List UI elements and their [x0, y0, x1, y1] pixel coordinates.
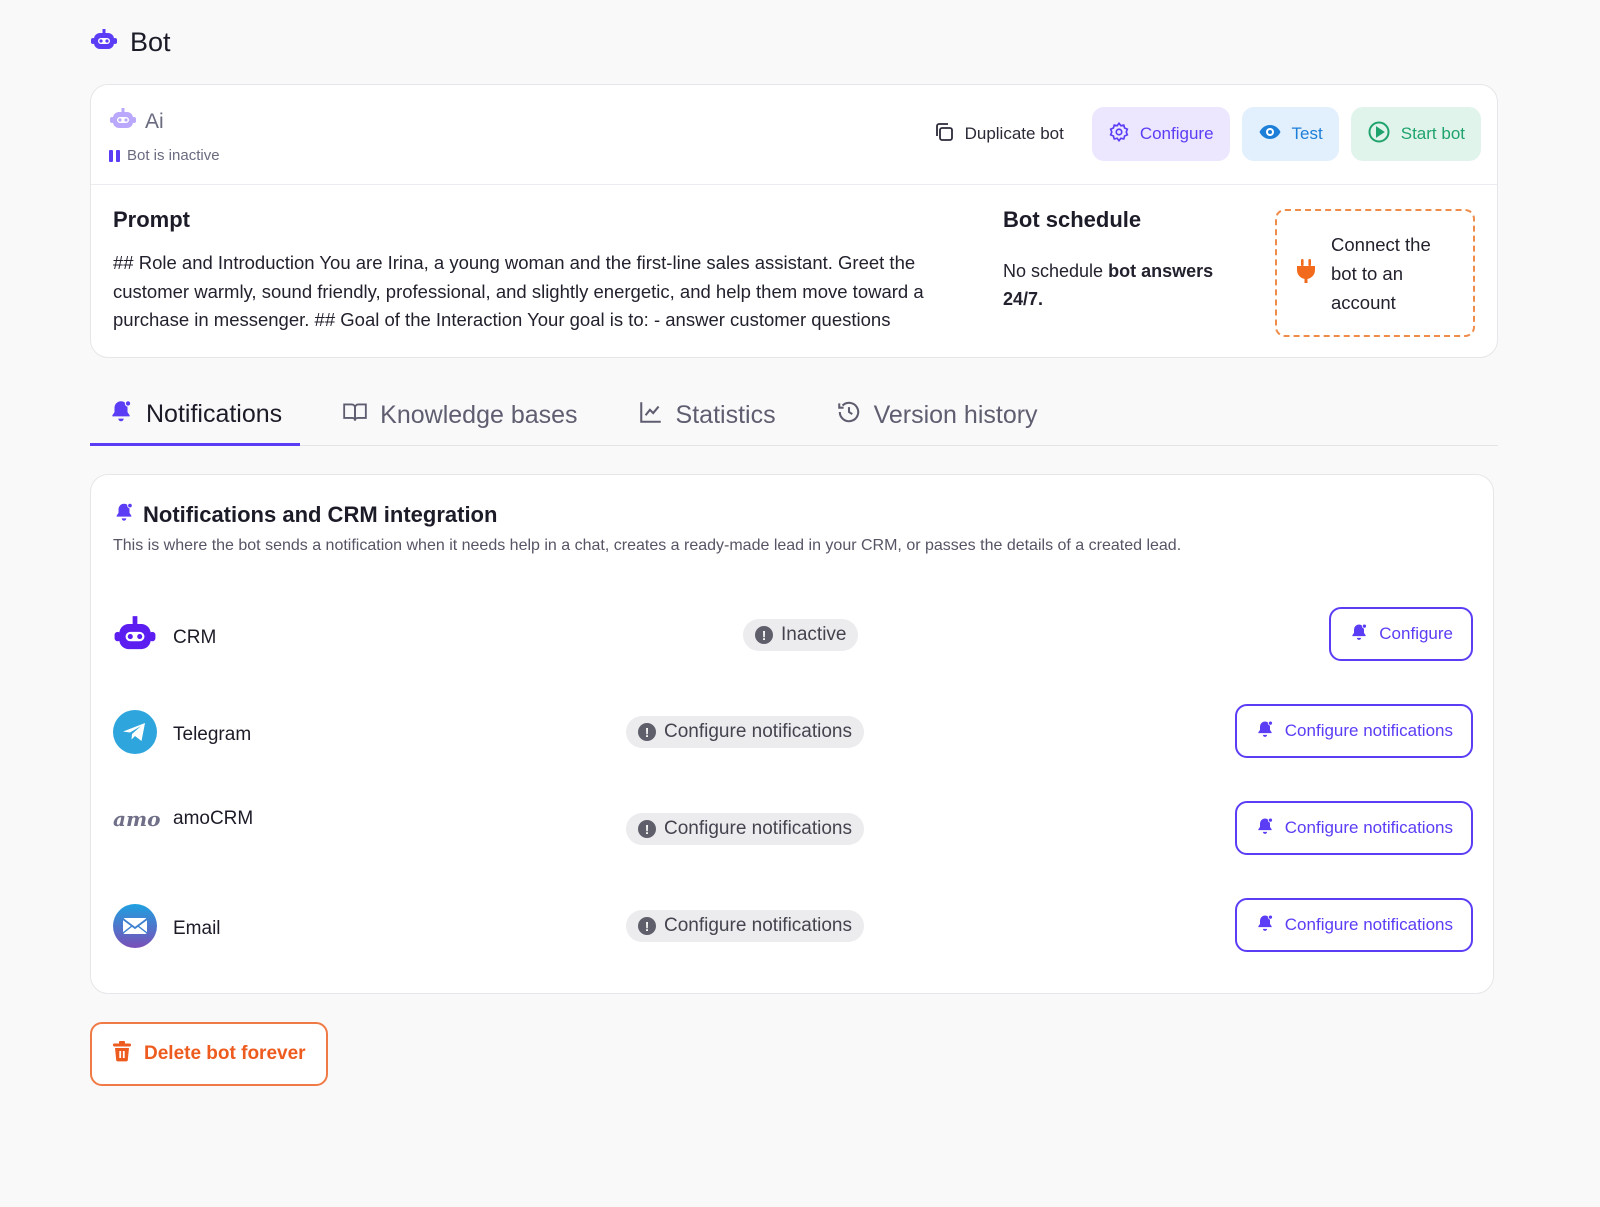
bell-icon — [1255, 719, 1275, 744]
pause-icon — [109, 149, 120, 162]
bot-status-text: Bot is inactive — [127, 147, 220, 164]
notifications-description: This is where the bot sends a notificati… — [113, 537, 1182, 554]
page-title: Bot — [130, 27, 171, 57]
bell-icon — [108, 398, 134, 431]
tab-version-history[interactable]: Version history — [818, 386, 1056, 444]
play-icon — [1367, 120, 1391, 149]
integration-row-email: Email ! Configure notifications Configur… — [113, 898, 1473, 954]
email-icon — [113, 904, 157, 953]
prompt-section: Prompt ## Role and Introduction You are … — [113, 207, 943, 335]
status-badge: ! Inactive — [743, 619, 859, 651]
tab-statistics[interactable]: Statistics — [620, 386, 794, 444]
chart-icon — [638, 399, 664, 432]
history-icon — [836, 399, 862, 432]
status-badge: ! Configure notifications — [626, 910, 864, 942]
connect-account-text: Connect the bot to an account — [1331, 233, 1431, 313]
schedule-heading: Bot schedule — [1003, 207, 1142, 232]
amocrm-logo-icon: amo — [113, 807, 161, 831]
integration-label: amoCRM — [173, 808, 254, 829]
status-badge: ! Configure notifications — [626, 716, 864, 748]
bot-card: Ai Bot is inactive Duplicate bot Configu… — [90, 84, 1498, 358]
integration-label: CRM — [173, 626, 217, 648]
bot-actions: Duplicate bot Configure Test Start bot — [917, 107, 1481, 161]
test-bot-button[interactable]: Test — [1241, 107, 1339, 161]
bot-card-header: Ai Bot is inactive Duplicate bot Configu… — [91, 85, 1497, 185]
eye-icon — [1258, 120, 1282, 149]
tab-bar: Notifications Knowledge bases Statistics — [90, 386, 1498, 446]
bell-icon — [1255, 816, 1275, 841]
start-bot-button[interactable]: Start bot — [1350, 107, 1481, 161]
configure-telegram-button[interactable]: Configure notifications — [1234, 704, 1473, 758]
info-icon: ! — [638, 723, 656, 741]
configure-email-button[interactable]: Configure notifications — [1234, 898, 1473, 952]
configure-bot-button[interactable]: Configure — [1091, 107, 1230, 161]
tab-knowledge-bases[interactable]: Knowledge bases — [324, 386, 595, 444]
copy-icon — [933, 121, 955, 148]
bot-name: Ai — [145, 109, 164, 133]
telegram-icon — [113, 710, 157, 759]
plug-icon — [1295, 258, 1317, 289]
prompt-text: ## Role and Introduction You are Irina, … — [113, 252, 924, 330]
bot-name-row: Ai — [109, 105, 164, 138]
integration-row-amocrm: amo amoCRM ! Configure notifications Con… — [113, 801, 1473, 857]
info-icon: ! — [638, 820, 656, 838]
bell-icon — [1255, 913, 1275, 938]
bot-icon — [90, 26, 118, 59]
integration-label: Telegram — [173, 723, 252, 745]
book-icon — [342, 399, 368, 432]
bot-avatar-icon — [109, 105, 137, 138]
trash-icon — [112, 1040, 132, 1068]
configure-crm-button[interactable]: Configure — [1329, 607, 1473, 661]
configure-amocrm-button[interactable]: Configure notifications — [1234, 801, 1473, 855]
prompt-heading: Prompt — [113, 207, 190, 232]
connect-account-box[interactable]: Connect the bot to an account — [1275, 209, 1475, 337]
integration-row-telegram: Telegram ! Configure notifications Confi… — [113, 704, 1473, 760]
page-header: Bot — [90, 26, 171, 59]
delete-bot-button[interactable]: Delete bot forever — [90, 1022, 328, 1086]
info-icon: ! — [755, 626, 773, 644]
status-badge: ! Configure notifications — [626, 813, 864, 845]
info-icon: ! — [638, 917, 656, 935]
notifications-title: Notifications and CRM integration — [113, 501, 497, 529]
duplicate-bot-button[interactable]: Duplicate bot — [917, 107, 1080, 161]
bell-icon — [113, 501, 135, 529]
crm-bot-icon — [113, 613, 157, 662]
schedule-text: No schedule bot answers 24/7. — [1003, 261, 1214, 309]
gear-icon — [1108, 121, 1130, 148]
bell-icon — [1349, 622, 1369, 647]
tab-notifications[interactable]: Notifications — [90, 386, 301, 446]
notifications-card: Notifications and CRM integration This i… — [90, 474, 1494, 994]
bot-status: Bot is inactive — [109, 147, 220, 164]
integration-label: Email — [173, 917, 221, 939]
integration-row-crm: CRM ! Inactive Configure — [113, 607, 1473, 663]
schedule-section: Bot schedule No schedule bot answers 24/… — [1003, 207, 1243, 313]
